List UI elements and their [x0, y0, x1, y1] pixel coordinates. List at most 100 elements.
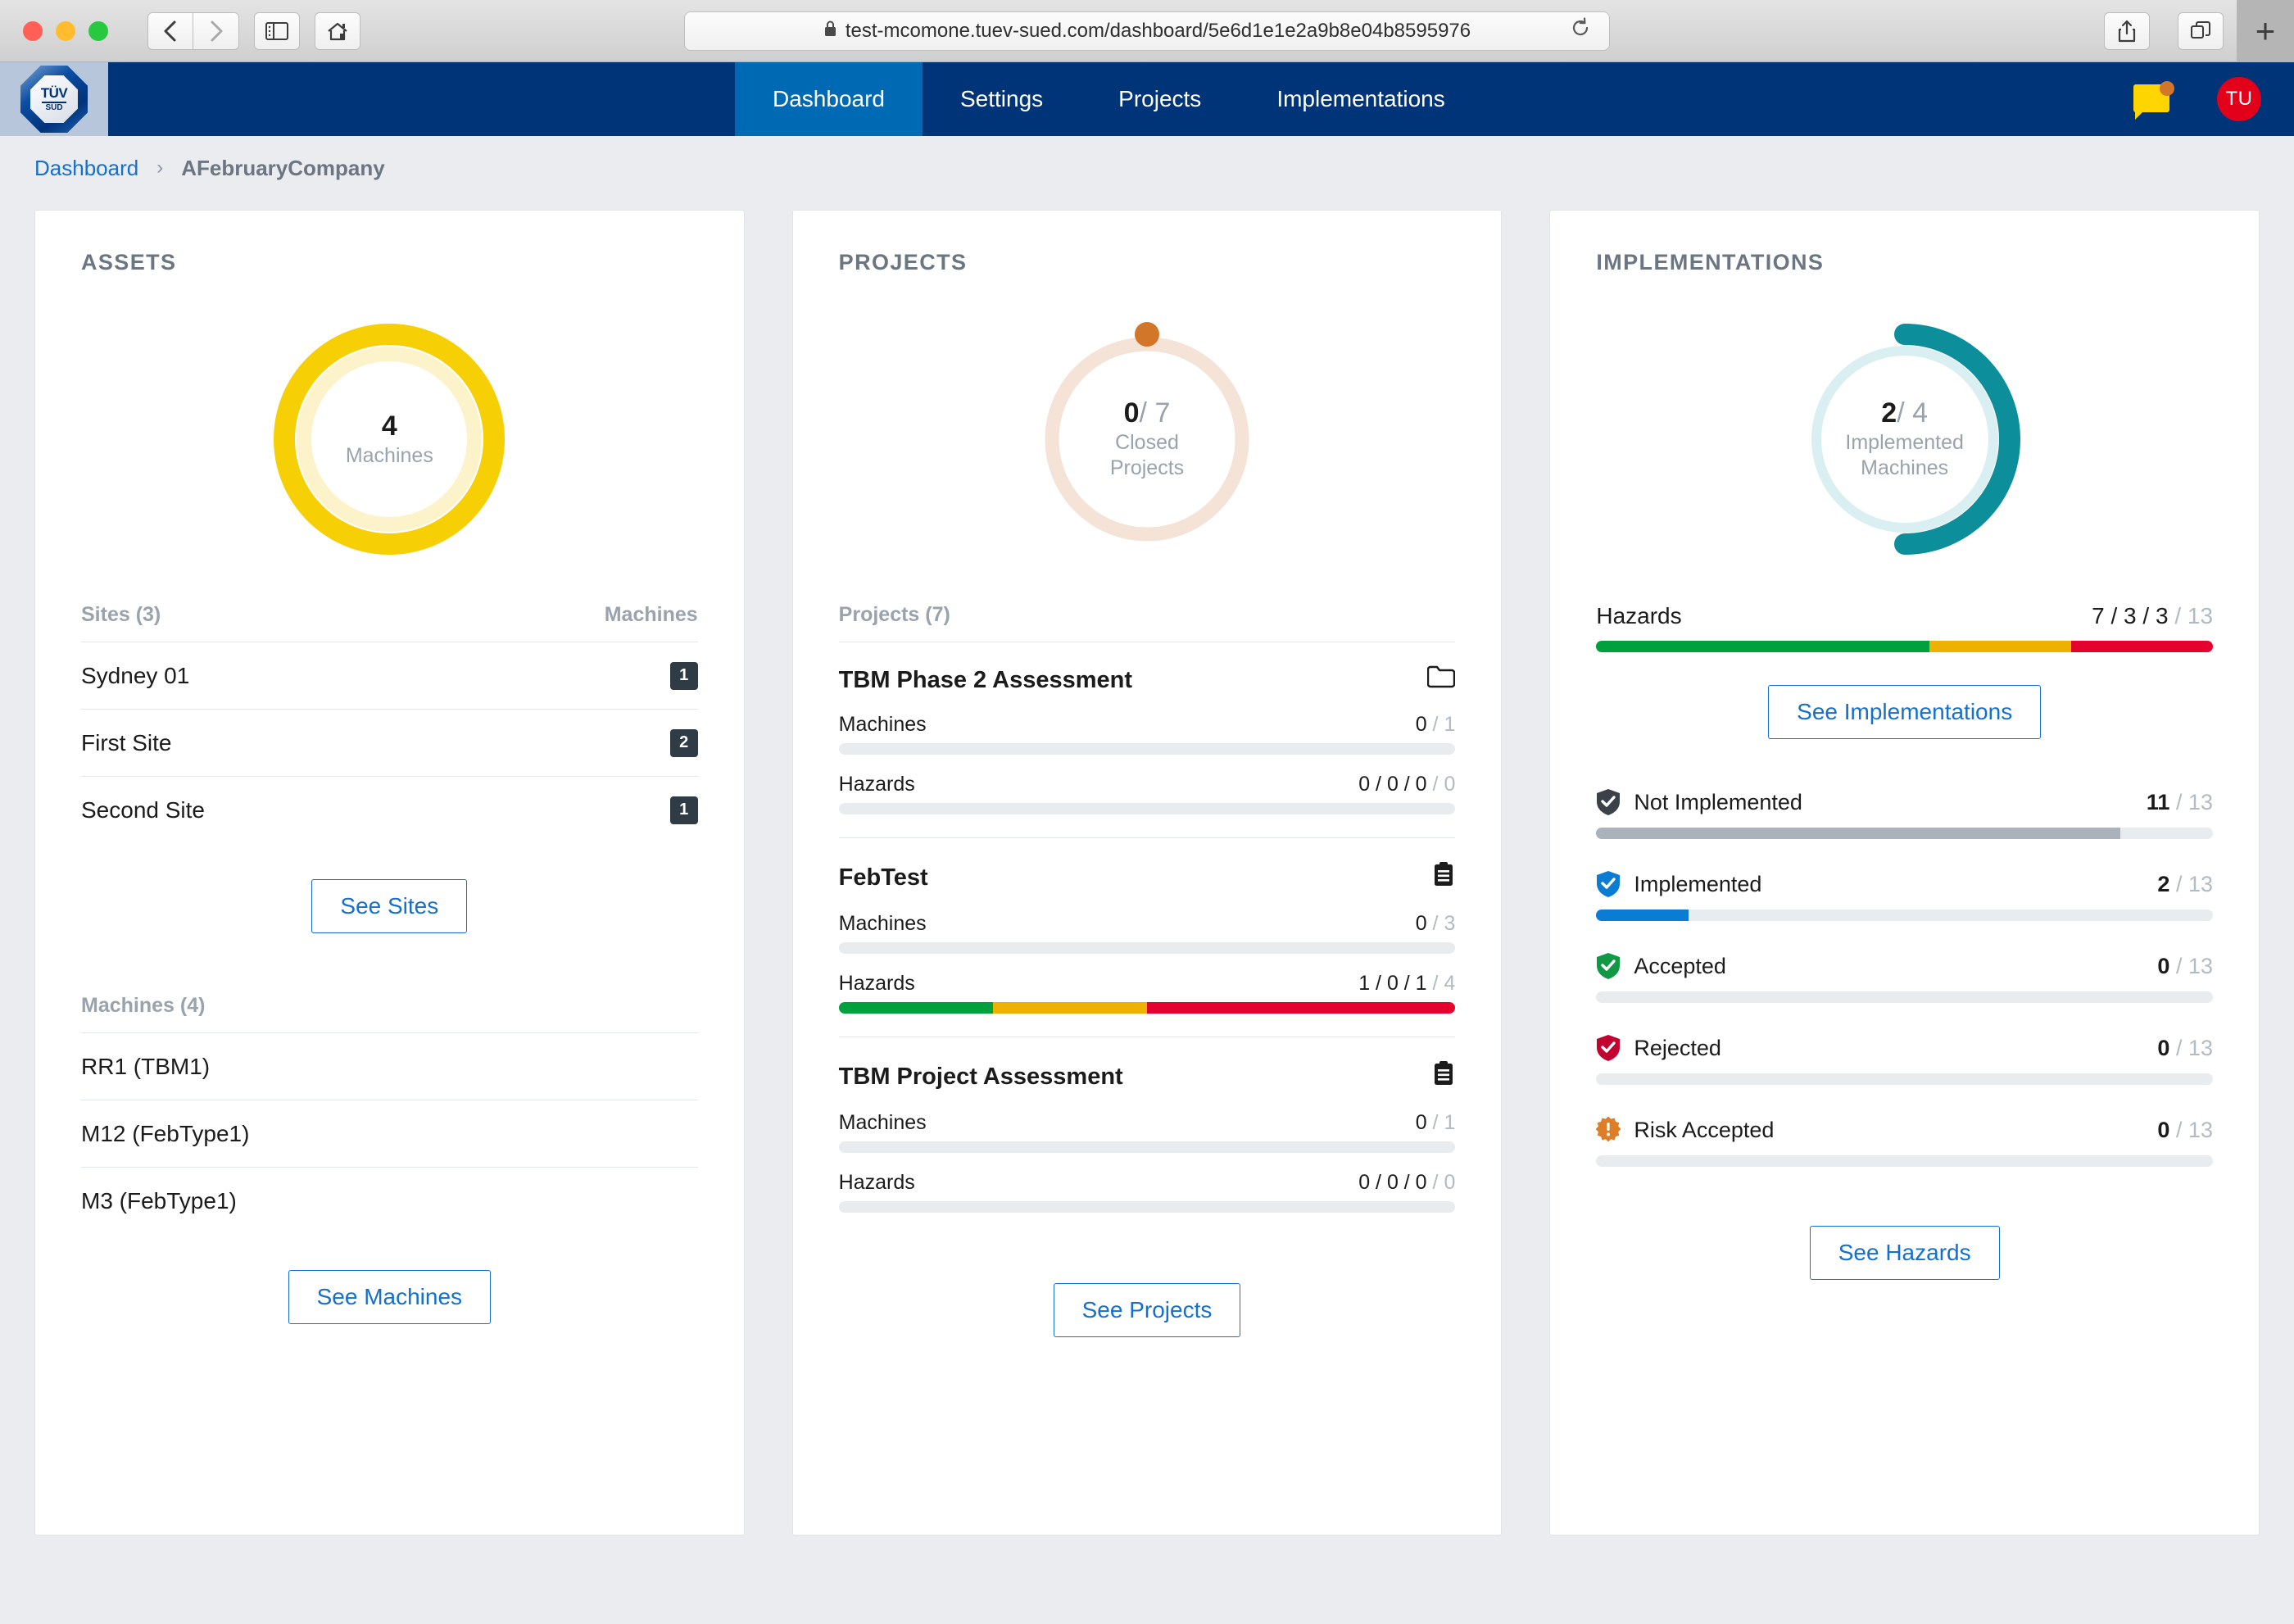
list-item[interactable]: TBM Project Assessment Machines 0 / 1 Ha… [838, 1037, 1456, 1236]
machines-progress-bar [838, 1141, 1456, 1153]
shield-check-red-icon [1596, 1034, 1621, 1062]
home-icon[interactable] [315, 11, 360, 50]
reload-icon[interactable] [1570, 17, 1591, 44]
status-total: / 13 [2175, 789, 2214, 814]
window-traffic-lights [23, 20, 108, 41]
hazards-metric-label: Hazards [838, 972, 915, 995]
see-hazards-button[interactable]: See Hazards [1809, 1226, 2000, 1280]
machines-metric-value: 0 [1415, 1111, 1427, 1134]
new-tab-button[interactable]: + [2237, 0, 2294, 62]
implementations-card: IMPLEMENTATIONS 2/ 4 Implemented Machine… [1549, 210, 2260, 1536]
status-row-rejected: Rejected 0 / 13 [1596, 1034, 2214, 1085]
close-window-button[interactable] [23, 20, 43, 41]
projects-donut-chart: 0/ 7 Closed Projects [839, 275, 1456, 603]
status-value: 0 [2157, 953, 2170, 978]
sidebar-toggle-icon[interactable] [254, 11, 300, 50]
app-header: TÜV SÜD Dashboard Settings Projects Impl… [0, 62, 2294, 136]
list-item[interactable]: RR1 (TBM1) [81, 1032, 698, 1100]
hazards-metric-total: / 0 [1432, 773, 1456, 796]
maximize-window-button[interactable] [88, 20, 108, 41]
back-arrow-icon[interactable] [147, 11, 193, 50]
table-row[interactable]: Second Site 1 [81, 776, 698, 843]
implementations-donut-chart: 2/ 4 Implemented Machines [1596, 275, 2213, 603]
tab-settings[interactable]: Settings [923, 62, 1081, 136]
table-row[interactable]: Sydney 01 1 [81, 642, 698, 709]
status-progress-bar [1596, 991, 2214, 1003]
hazards-progress-bar [838, 1201, 1456, 1213]
status-progress-bar [1596, 1073, 2214, 1085]
tab-dashboard[interactable]: Dashboard [735, 62, 923, 136]
status-badge: 2 [669, 728, 698, 757]
tuv-sud-logo[interactable]: TÜV SÜD [0, 62, 108, 136]
machines-count-label: Machines (4) [81, 994, 206, 1017]
machines-metric-label: Machines [838, 912, 927, 935]
address-bar[interactable]: test-mcomone.tuev-sued.com/dashboard/5e6… [684, 11, 1610, 51]
shield-check-dark-icon [1596, 788, 1621, 816]
status-total: / 13 [2175, 1117, 2214, 1142]
assets-card-title: ASSETS [81, 250, 177, 274]
status-value: 0 [2157, 1117, 2170, 1142]
hazards-metric-value: 0 / 0 / 0 [1358, 773, 1427, 796]
status-value: 2 [2157, 871, 2170, 896]
list-item[interactable]: TBM Phase 2 Assessment Machines 0 / 1 Ha… [838, 642, 1456, 837]
machines-metric-label: Machines [838, 1111, 927, 1134]
projects-donut-label-1: Closed [1115, 431, 1179, 455]
hazards-value: 7 / 3 / 3 [2092, 603, 2169, 628]
implementations-card-title: IMPLEMENTATIONS [1596, 250, 1825, 274]
list-item[interactable]: M3 (FebType1) [81, 1167, 698, 1234]
see-implementations-button[interactable]: See Implementations [1768, 685, 2042, 739]
tab-projects[interactable]: Projects [1081, 62, 1239, 136]
hazards-progress-bar [838, 1002, 1456, 1014]
implementations-donut-label-1: Implemented [1845, 431, 1964, 455]
minimize-window-button[interactable] [56, 20, 75, 41]
see-sites-button[interactable]: See Sites [311, 879, 468, 933]
table-row[interactable]: First Site 2 [81, 709, 698, 776]
chat-bubble-icon[interactable] [2133, 81, 2174, 120]
url-text: test-mcomone.tuev-sued.com/dashboard/5e6… [845, 19, 1471, 42]
projects-card: PROJECTS 0/ 7 Closed Projects Projects (… [791, 210, 1503, 1536]
list-item[interactable]: M12 (FebType1) [81, 1100, 698, 1167]
breadcrumb-dashboard-link[interactable]: Dashboard [34, 156, 138, 181]
hazards-progress-bar [838, 803, 1456, 814]
hazards-metric-label: Hazards [838, 1171, 915, 1194]
hazards-summary-label: Hazards 7 / 3 / 3 / 13 [1596, 603, 2213, 629]
machines-metric-total: / 3 [1432, 912, 1456, 935]
status-row-accepted: Accepted 0 / 13 [1596, 952, 2214, 1003]
assets-donut-label: Machines [345, 443, 433, 467]
share-icon[interactable] [2104, 11, 2150, 50]
site-name: Second Site [81, 796, 205, 823]
main-navigation: Dashboard Settings Projects Implementati… [735, 62, 1483, 136]
projects-count-label: Projects (7) [838, 603, 950, 626]
see-projects-button[interactable]: See Projects [1053, 1283, 1241, 1337]
see-machines-button[interactable]: See Machines [288, 1270, 492, 1324]
machines-header-label: Machines [604, 603, 698, 626]
breadcrumb-current: AFebruaryCompany [181, 155, 385, 180]
notification-badge [2160, 81, 2174, 96]
list-item[interactable]: FebTest Machines 0 / 3 Hazards 1 / 0 / 1… [838, 837, 1456, 1037]
clipboard-icon [1432, 861, 1455, 894]
tab-overview-icon[interactable] [2178, 11, 2224, 50]
status-progress-bar [1596, 1155, 2214, 1167]
site-name: Sydney 01 [81, 662, 190, 688]
site-name: First Site [81, 729, 172, 755]
tab-implementations[interactable]: Implementations [1239, 62, 1482, 136]
status-total: / 13 [2175, 871, 2214, 896]
status-name: Risk Accepted [1634, 1117, 1775, 1142]
navigation-buttons [147, 11, 239, 50]
forward-arrow-icon[interactable] [193, 11, 239, 50]
assets-card: ASSETS 4 Machines Sites (3) Machines Syd… [34, 210, 745, 1536]
hazards-metric-value: 0 / 0 / 0 [1358, 1171, 1427, 1194]
dashboard-grid: ASSETS 4 Machines Sites (3) Machines Syd… [0, 200, 2294, 1624]
avatar[interactable]: TU [2217, 77, 2261, 121]
status-name: Implemented [1634, 871, 1762, 896]
machines-metric-value: 0 [1415, 912, 1427, 935]
assets-donut-value: 4 [381, 410, 397, 442]
project-name: FebTest [838, 864, 928, 891]
status-progress-bar [1596, 828, 2214, 839]
projects-donut-value: 0/ 7 [1123, 397, 1171, 429]
project-name: TBM Project Assessment [838, 1063, 1123, 1090]
hazards-label: Hazards [1596, 603, 1682, 628]
browser-toolbar: test-mcomone.tuev-sued.com/dashboard/5e6… [0, 0, 2294, 62]
hazards-metric-total: / 4 [1432, 972, 1456, 995]
chevron-right-icon: › [156, 157, 164, 179]
